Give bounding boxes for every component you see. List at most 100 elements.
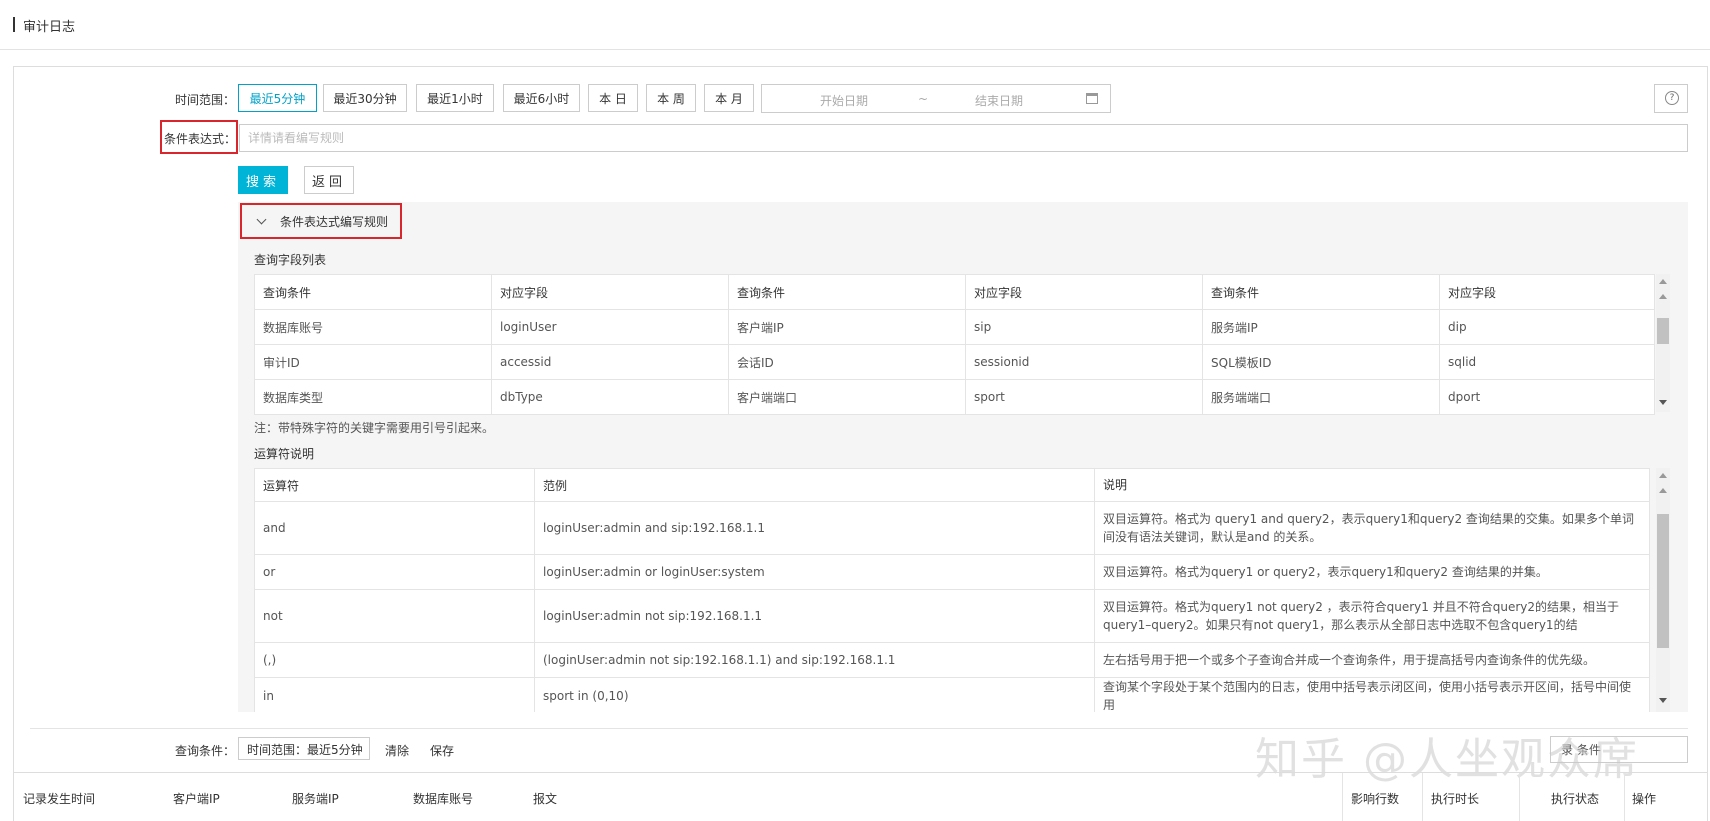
time-btn-week[interactable]: 本 周	[646, 84, 696, 112]
table-row: or loginUser:admin or loginUser:system 双…	[254, 554, 1650, 590]
table-row: 数据库类型 dbType 客户端端口 sport 服务端端口 dport	[254, 379, 1655, 415]
time-btn-today[interactable]: 本 日	[588, 84, 638, 112]
column-header: 执行时长	[1431, 792, 1480, 806]
highlight-box-rules-toggle	[240, 203, 402, 239]
operator-table: 运算符 范例 说明 and loginUser:admin and sip:19…	[254, 468, 1650, 712]
time-btn-5min[interactable]: 最近5分钟	[238, 84, 317, 112]
help-button[interactable]: ?	[1654, 84, 1688, 113]
table-cell: 审计ID	[254, 344, 492, 380]
scroll-up-icon[interactable]	[1659, 279, 1667, 284]
table-cell: 双目运算符。格式为query1 or query2，表示query1和query…	[1094, 554, 1650, 590]
table-header-row: 查询条件 对应字段 查询条件 对应字段 查询条件 对应字段	[254, 274, 1655, 310]
scroll-up-icon[interactable]	[1659, 488, 1667, 493]
special-char-note: 注：带特殊字符的关键字需要用引号引起来。	[254, 421, 495, 435]
table-cell: in	[254, 677, 535, 712]
field-table-scrollbar[interactable]	[1656, 274, 1670, 412]
question-icon: ?	[1665, 91, 1679, 105]
table-header-row: 运算符 范例 说明	[254, 468, 1650, 502]
table-cell: 会话ID	[728, 344, 966, 380]
header-cell: 对应字段	[491, 274, 729, 310]
table-cell: 客户端IP	[728, 309, 966, 345]
column-header: 报文	[533, 792, 558, 806]
calendar-icon[interactable]	[1086, 93, 1098, 104]
date-separator: ~	[918, 92, 929, 106]
table-cell: not	[254, 589, 535, 643]
search-button[interactable]: 搜索	[238, 166, 288, 194]
table-cell: loginUser:admin not sip:192.168.1.1	[534, 589, 1095, 643]
table-cell: dport	[1439, 379, 1655, 415]
column-header: 记录发生时间	[23, 792, 96, 806]
field-table: 查询条件 对应字段 查询条件 对应字段 查询条件 对应字段 数据库账号 logi…	[254, 274, 1655, 415]
clear-link[interactable]: 清除	[385, 742, 409, 759]
date-end-placeholder: 结束日期	[975, 94, 1024, 108]
scroll-down-icon[interactable]	[1659, 698, 1667, 703]
column-header: 数据库账号	[413, 792, 474, 806]
time-btn-month[interactable]: 本 月	[704, 84, 754, 112]
condition-tag[interactable]: 时间范围：最近5分钟	[238, 737, 370, 760]
table-cell: or	[254, 554, 535, 590]
table-cell: SQL模板ID	[1202, 344, 1440, 380]
scroll-up-icon[interactable]	[1659, 294, 1667, 299]
scroll-down-icon[interactable]	[1659, 400, 1667, 405]
table-cell: sport in (0,10)	[534, 677, 1095, 712]
table-cell: dip	[1439, 309, 1655, 345]
table-row: 审计ID accessid 会话ID sessionid SQL模板ID sql…	[254, 344, 1655, 380]
table-cell: 双目运算符。格式为query1 not query2 ，表示符合query1 并…	[1094, 589, 1650, 643]
title-accent-bar	[13, 17, 15, 32]
expr-input[interactable]	[239, 124, 1688, 152]
time-btn-30min[interactable]: 最近30分钟	[323, 84, 407, 112]
table-cell: 双目运算符。格式为 query1 and query2，表示query1和que…	[1094, 501, 1650, 555]
table-cell: 服务端IP	[1202, 309, 1440, 345]
header-cell: 查询条件	[1202, 274, 1440, 310]
table-row: in sport in (0,10) 查询某个字段处于某个范围内的日志，使用中括…	[254, 677, 1650, 712]
table-cell: sqlid	[1439, 344, 1655, 380]
column-header: 执行状态	[1551, 792, 1600, 806]
column-header: 服务端IP	[292, 792, 339, 806]
operator-table-scrollbar[interactable]	[1656, 468, 1670, 712]
table-cell: accessid	[491, 344, 729, 380]
header-cell: 运算符	[254, 468, 535, 502]
table-cell: loginUser:admin or loginUser:system	[534, 554, 1095, 590]
table-row: not loginUser:admin not sip:192.168.1.1 …	[254, 589, 1650, 643]
query-condition-label: 查询条件：	[175, 744, 236, 758]
table-cell: 服务端端口	[1202, 379, 1440, 415]
result-table-header: 记录发生时间 客户端IP 服务端IP 数据库账号 报文 影响行数 执行时长 执行…	[14, 772, 1708, 821]
column-header: 操作	[1632, 792, 1657, 806]
table-cell: and	[254, 501, 535, 555]
table-row: (,) (loginUser:admin not sip:192.168.1.1…	[254, 642, 1650, 678]
table-cell: (,)	[254, 642, 535, 678]
scrollbar-thumb[interactable]	[1657, 318, 1669, 344]
table-cell: sessionid	[965, 344, 1203, 380]
table-cell: 数据库类型	[254, 379, 492, 415]
time-btn-6h[interactable]: 最近6小时	[503, 84, 580, 112]
table-cell: 客户端端口	[728, 379, 966, 415]
scrollbar-thumb[interactable]	[1657, 514, 1669, 648]
rules-panel: 条件表达式编写规则 查询字段列表 查询条件 对应字段 查询条件 对应字段 查询条…	[238, 202, 1688, 712]
operator-table-viewport: 运算符 范例 说明 and loginUser:admin and sip:19…	[254, 468, 1670, 712]
table-cell: 左右括号用于把一个或多个子查询合并成一个查询条件，用于提高括号内查询条件的优先级…	[1094, 642, 1650, 678]
table-row: 数据库账号 loginUser 客户端IP sip 服务端IP dip	[254, 309, 1655, 345]
time-btn-1h[interactable]: 最近1小时	[416, 84, 494, 112]
date-range-picker[interactable]: 开始日期 ~ 结束日期	[761, 84, 1111, 113]
expr-label: 条件表达式：	[164, 132, 237, 146]
back-button[interactable]: 返回	[304, 166, 354, 194]
column-divider	[1519, 773, 1520, 821]
scroll-up-icon[interactable]	[1659, 473, 1667, 478]
save-link[interactable]: 保存	[430, 742, 454, 759]
table-cell: dbType	[491, 379, 729, 415]
table-row: and loginUser:admin and sip:192.168.1.1 …	[254, 501, 1650, 555]
header-cell: 范例	[534, 468, 1095, 502]
header-cell: 对应字段	[965, 274, 1203, 310]
table-cell: loginUser:admin and sip:192.168.1.1	[534, 501, 1095, 555]
operator-title: 运算符说明	[254, 447, 315, 461]
column-divider	[1422, 773, 1423, 821]
top-bar: 审计日志	[0, 0, 1710, 50]
column-divider	[1342, 773, 1343, 821]
column-header: 影响行数	[1351, 792, 1400, 806]
page-title: 审计日志	[23, 20, 76, 35]
table-cell: sport	[965, 379, 1203, 415]
header-cell: 查询条件	[254, 274, 492, 310]
column-divider	[1624, 773, 1625, 821]
time-range-label: 时间范围：	[175, 93, 236, 107]
table-cell: 数据库账号	[254, 309, 492, 345]
